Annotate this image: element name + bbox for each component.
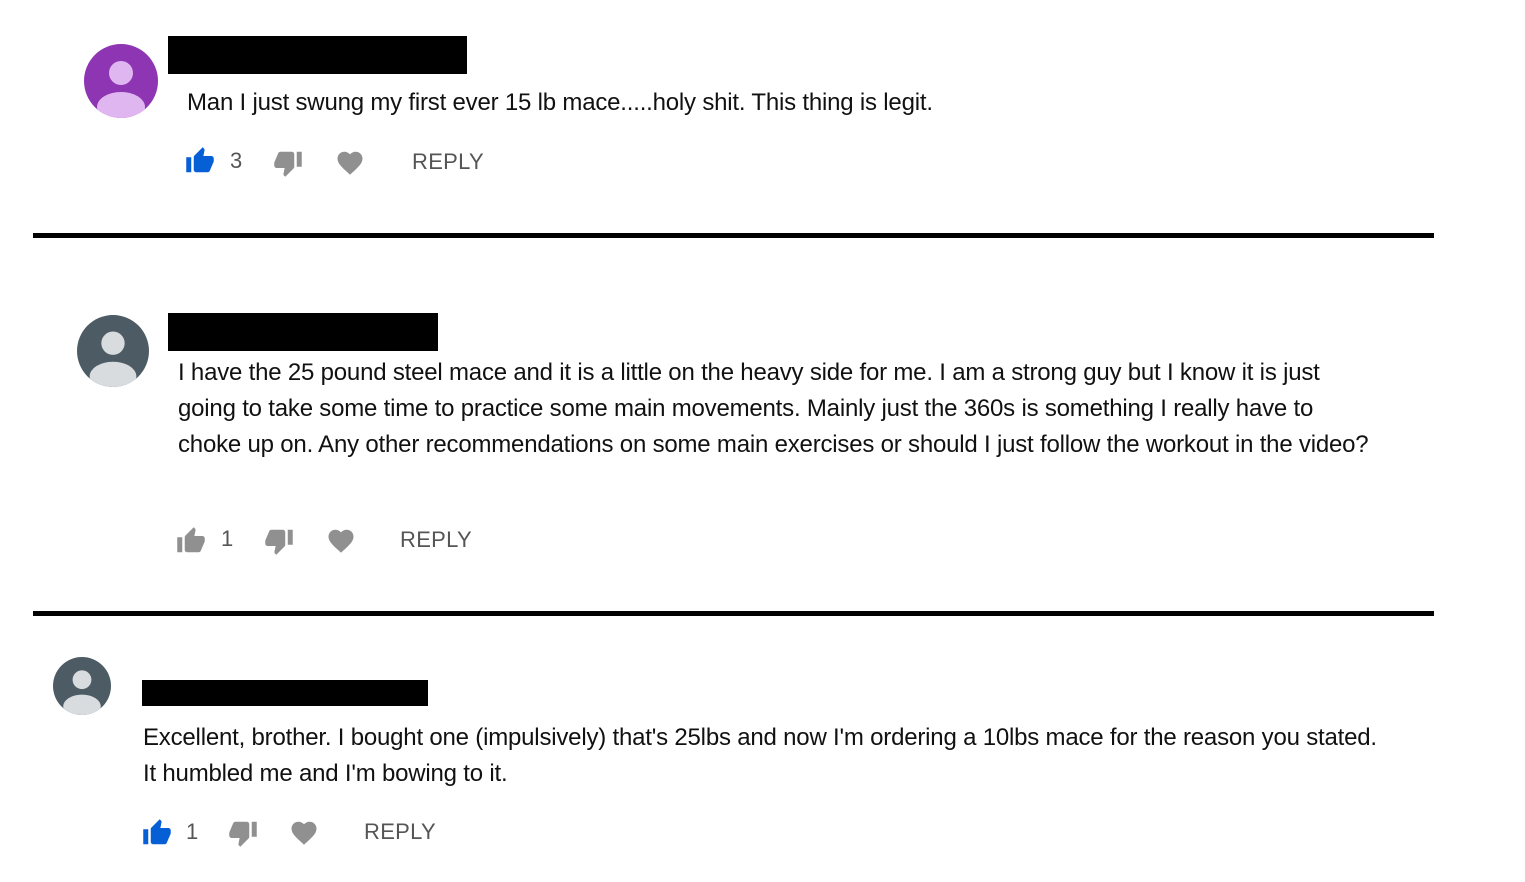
comment-text: I have the 25 pound steel mace and it is…: [178, 359, 1369, 458]
divider: [33, 233, 1434, 238]
redacted-username: [168, 36, 467, 74]
redacted-username: [168, 313, 438, 351]
thumbs-down-icon[interactable]: [228, 818, 258, 848]
person-silhouette-icon: [53, 657, 111, 715]
heart-icon[interactable]: [289, 818, 319, 848]
thumbs-down-icon[interactable]: [273, 148, 303, 178]
avatar[interactable]: [53, 657, 111, 715]
divider: [33, 611, 1434, 616]
thumbs-down-icon[interactable]: [264, 526, 294, 556]
heart-icon[interactable]: [335, 148, 365, 178]
comment-text: Excellent, brother. I bought one (impuls…: [143, 724, 1377, 787]
avatar[interactable]: [84, 44, 158, 118]
redacted-username: [142, 680, 428, 706]
avatar[interactable]: [77, 315, 149, 387]
reply-button[interactable]: REPLY: [364, 817, 436, 847]
like-count: 3: [230, 148, 243, 173]
heart-icon[interactable]: [326, 526, 356, 556]
person-silhouette-icon: [84, 44, 158, 118]
comment-actions: 1 REPLY: [176, 524, 496, 564]
thumbs-up-icon[interactable]: [176, 526, 206, 556]
thumbs-up-icon[interactable]: [185, 146, 215, 176]
like-count: 1: [221, 526, 234, 551]
comment-actions: 3 REPLY: [185, 146, 505, 186]
like-count: 1: [186, 819, 199, 844]
thumbs-up-icon[interactable]: [142, 818, 172, 848]
person-silhouette-icon: [77, 315, 149, 387]
comment-text: Man I just swung my first ever 15 lb mac…: [187, 89, 933, 116]
reply-button[interactable]: REPLY: [400, 525, 472, 555]
reply-button[interactable]: REPLY: [412, 147, 484, 177]
comment-actions: 1 REPLY: [142, 816, 462, 856]
